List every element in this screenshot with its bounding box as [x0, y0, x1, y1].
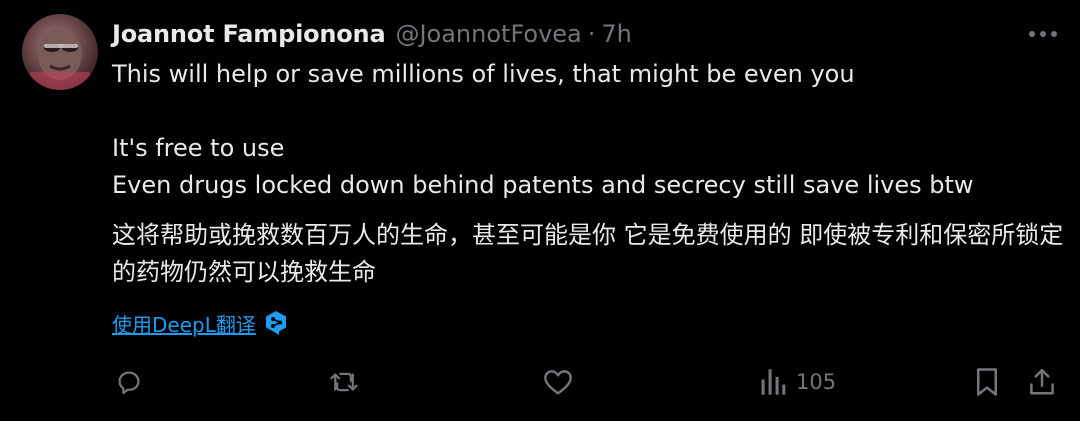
views-button[interactable]: 105 — [760, 362, 836, 402]
view-count: 105 — [796, 370, 837, 394]
reply-button[interactable] — [114, 362, 144, 402]
avatar-image — [30, 28, 90, 90]
bookmark-button[interactable] — [974, 362, 1000, 402]
more-options-button[interactable] — [1026, 22, 1060, 46]
translate-row: 使用DeepL翻译 — [112, 306, 288, 340]
more-horizontal-icon — [1029, 31, 1057, 37]
action-bar: 105 — [112, 362, 1058, 402]
user-handle[interactable]: @JoannotFovea — [395, 20, 581, 48]
bookmark-icon — [977, 368, 997, 396]
share-icon — [1030, 368, 1054, 395]
retweet-icon — [330, 372, 358, 392]
separator-dot: · — [587, 20, 596, 48]
timestamp[interactable]: 7h — [601, 20, 631, 48]
translated-text: 这将帮助或挽救数百万人的生命，甚至可能是你 它是免费使用的 即使被专利和保密所锁… — [112, 221, 1064, 286]
translate-link[interactable]: 使用DeepL翻译 — [112, 309, 256, 338]
tweet-text: This will help or save millions of lives… — [112, 60, 974, 199]
deepl-icon — [265, 311, 286, 335]
heart-icon — [544, 370, 572, 395]
tweet-header: Joannot Fampionona @JoannotFovea · 7h — [112, 16, 1010, 52]
like-button[interactable] — [542, 362, 574, 402]
display-name[interactable]: Joannot Fampionona — [112, 20, 386, 48]
retweet-button[interactable] — [327, 362, 361, 402]
avatar[interactable] — [22, 14, 98, 90]
bar-chart-icon — [761, 369, 786, 395]
reply-icon — [118, 371, 140, 395]
share-button[interactable] — [1028, 362, 1056, 402]
